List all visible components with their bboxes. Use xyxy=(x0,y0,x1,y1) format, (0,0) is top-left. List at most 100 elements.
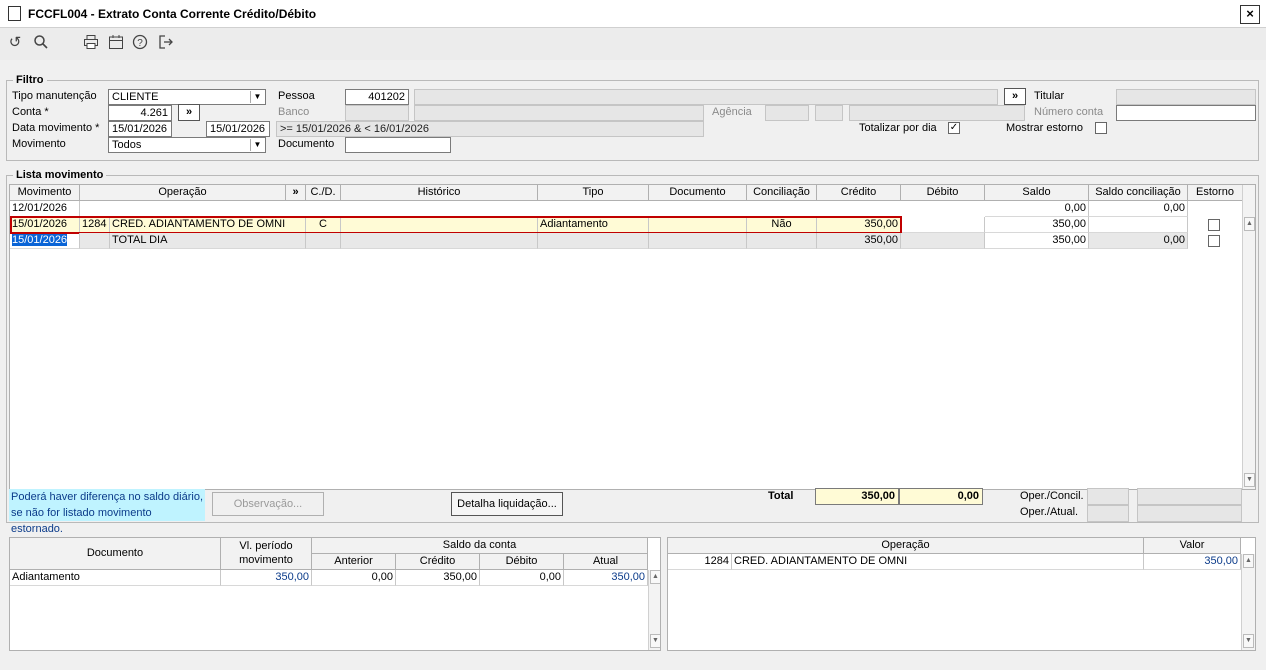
movimento-select[interactable]: Todos ▼ xyxy=(108,137,266,153)
table-cell-debito[interactable]: 0,00 xyxy=(480,570,564,586)
table-cell-credito[interactable]: 350,00 xyxy=(396,570,480,586)
col-valor[interactable]: Valor xyxy=(1144,538,1241,554)
numero-conta-field[interactable] xyxy=(1116,105,1256,121)
estorno-checkbox[interactable] xyxy=(1208,235,1220,247)
detalha-liquidacao-button[interactable]: Detalha liquidação... xyxy=(451,492,563,516)
agencia-label: Agência xyxy=(712,106,752,118)
operacao-grid: Operação Valor 1284 CRED. ADIANTAMENTO D… xyxy=(667,537,1256,651)
data-movimento-to[interactable]: 15/01/2026 xyxy=(206,121,270,137)
table-cell-saldo[interactable]: 350,00 xyxy=(985,217,1089,233)
documento-label: Documento xyxy=(278,138,335,150)
mostrar-estorno-checkbox[interactable] xyxy=(1095,122,1107,134)
pessoa-lookup-button[interactable]: » xyxy=(1004,88,1026,105)
col-documento[interactable]: Documento xyxy=(649,185,747,201)
table-cell-documento[interactable] xyxy=(649,233,747,249)
search-icon[interactable] xyxy=(32,34,50,52)
col-debito[interactable]: Débito xyxy=(901,185,985,201)
observacao-button[interactable]: Observação... xyxy=(212,492,324,516)
col-expand[interactable]: » xyxy=(286,185,306,201)
col-estorno[interactable]: Estorno xyxy=(1188,185,1243,201)
estorno-checkbox[interactable] xyxy=(1208,219,1220,231)
col-saldo[interactable]: Saldo xyxy=(985,185,1089,201)
col-movimento[interactable]: Movimento xyxy=(10,185,80,201)
table-cell-saldo[interactable]: 0,00 xyxy=(985,201,1089,217)
col-vl-periodo-line-2: movimento xyxy=(239,554,293,566)
table-cell-documento[interactable]: Adiantamento xyxy=(10,570,221,586)
table-cell-cd[interactable] xyxy=(306,233,341,249)
col-documento[interactable]: Documento xyxy=(10,538,221,570)
totalizar-label: Totalizar por dia xyxy=(859,122,937,134)
documento-input[interactable] xyxy=(345,137,451,153)
col-vl-periodo[interactable]: Vl. período movimento xyxy=(221,538,312,570)
oper-atual-code xyxy=(1087,505,1129,522)
table-cell-anterior[interactable]: 0,00 xyxy=(312,570,396,586)
total-debito: 0,00 xyxy=(899,488,983,505)
col-conciliacao[interactable]: Conciliação xyxy=(747,185,817,201)
table-cell-vl-periodo[interactable]: 350,00 xyxy=(221,570,312,586)
documento-grid: Documento Vl. período movimento Saldo da… xyxy=(9,537,661,651)
pessoa-name-field xyxy=(414,89,998,105)
col-atual[interactable]: Atual xyxy=(564,554,648,570)
conta-input[interactable]: 4.261 xyxy=(108,105,172,121)
scroll-down-icon[interactable]: ▼ xyxy=(1244,473,1255,487)
table-cell-saldo-conc[interactable] xyxy=(1089,217,1188,233)
tipo-manutencao-select[interactable]: CLIENTE ▼ xyxy=(108,89,266,105)
col-vl-periodo-line-1: Vl. período xyxy=(239,540,293,552)
table-cell-tipo[interactable] xyxy=(538,233,649,249)
table-cell-historico[interactable] xyxy=(341,233,538,249)
table-cell-saldo-conc[interactable]: 0,00 xyxy=(1089,233,1188,249)
table-cell-debito[interactable] xyxy=(901,217,985,233)
table-cell-conciliacao[interactable] xyxy=(747,233,817,249)
exit-icon[interactable] xyxy=(157,34,175,52)
chevron-down-icon: ▼ xyxy=(250,139,264,151)
calendar-icon[interactable] xyxy=(107,34,125,52)
col-credito[interactable]: Crédito xyxy=(817,185,901,201)
refresh-icon[interactable]: ↺ xyxy=(6,34,24,52)
col-credito[interactable]: Crédito xyxy=(396,554,480,570)
scroll-up-icon[interactable]: ▲ xyxy=(1243,554,1254,568)
table-cell-cod[interactable]: 1284 xyxy=(668,554,732,570)
col-historico[interactable]: Histórico xyxy=(341,185,538,201)
table-cell-operacao[interactable]: CRED. ADIANTAMENTO DE OMNI xyxy=(732,554,1144,570)
row-highlight-frame xyxy=(10,216,902,234)
print-icon[interactable] xyxy=(82,34,100,52)
total-label: Total xyxy=(768,490,794,502)
toolbar: ↺ ? xyxy=(0,28,1266,60)
pessoa-input[interactable]: 401202 xyxy=(345,89,409,105)
table-cell-movimento-selected[interactable]: 15/01/2026 xyxy=(10,233,80,249)
col-tipo[interactable]: Tipo xyxy=(538,185,649,201)
banco-name-field xyxy=(414,105,704,121)
table-cell-debito[interactable] xyxy=(901,233,985,249)
scroll-down-icon[interactable]: ▼ xyxy=(1243,634,1254,648)
table-cell-saldo-conc[interactable]: 0,00 xyxy=(1089,201,1188,217)
scrollbar[interactable]: ▲ ▼ xyxy=(1242,185,1255,489)
table-cell-valor[interactable]: 350,00 xyxy=(1144,554,1241,570)
scrollbar[interactable]: ▲ ▼ xyxy=(648,570,660,650)
col-saldo-conciliacao[interactable]: Saldo conciliação xyxy=(1089,185,1188,201)
table-cell-cod[interactable] xyxy=(80,233,110,249)
data-movimento-from[interactable]: 15/01/2026 xyxy=(108,121,172,137)
titular-label: Titular xyxy=(1034,90,1065,102)
document-icon xyxy=(8,6,21,21)
table-cell-saldo[interactable]: 350,00 xyxy=(985,233,1089,249)
table-cell-movimento[interactable]: 12/01/2026 xyxy=(10,201,80,217)
table-cell-atual[interactable]: 350,00 xyxy=(564,570,648,586)
scroll-down-icon[interactable]: ▼ xyxy=(650,634,660,648)
col-debito[interactable]: Débito xyxy=(480,554,564,570)
totalizar-checkbox[interactable]: ✓ xyxy=(948,122,960,134)
close-button[interactable]: × xyxy=(1240,5,1260,24)
oper-atual-label: Oper./Atual. xyxy=(1020,506,1079,518)
scroll-up-icon[interactable]: ▲ xyxy=(1244,217,1255,231)
col-operacao[interactable]: Operação xyxy=(80,185,286,201)
conta-label: Conta * xyxy=(12,106,49,118)
conta-lookup-button[interactable]: » xyxy=(178,104,200,121)
col-saldo-da-conta[interactable]: Saldo da conta xyxy=(312,538,648,554)
table-cell-credito[interactable]: 350,00 xyxy=(817,233,901,249)
scroll-up-icon[interactable]: ▲ xyxy=(650,570,660,584)
table-cell-operacao[interactable]: TOTAL DIA xyxy=(110,233,306,249)
help-icon[interactable]: ? xyxy=(131,34,149,52)
col-operacao[interactable]: Operação xyxy=(668,538,1144,554)
col-cd[interactable]: C./D. xyxy=(306,185,341,201)
col-anterior[interactable]: Anterior xyxy=(312,554,396,570)
scrollbar[interactable]: ▲ ▼ xyxy=(1241,554,1255,650)
